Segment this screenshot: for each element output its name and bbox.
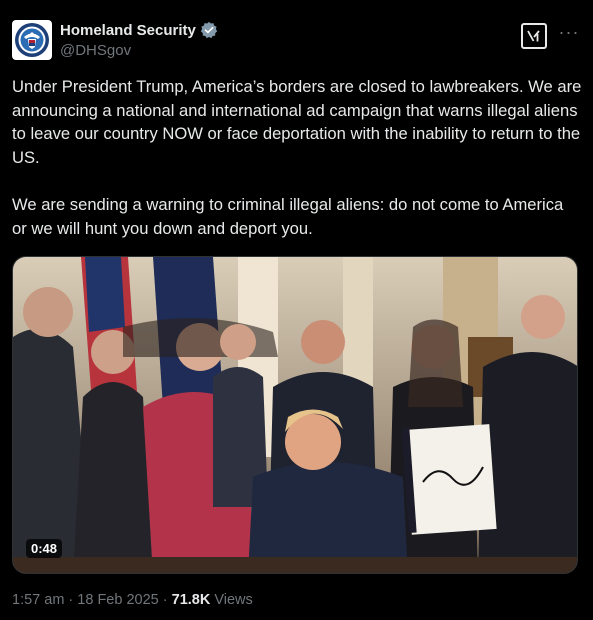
avatar[interactable] (12, 20, 52, 60)
video-duration-badge: 0:48 (26, 539, 63, 558)
author-display-name[interactable]: Homeland Security (60, 22, 196, 39)
tweet-text: Under President Trump, America’s borders… (12, 75, 582, 240)
author-name-row: Homeland Security (60, 21, 218, 39)
verified-badge-icon[interactable] (200, 21, 218, 39)
dhs-seal-icon (15, 23, 49, 57)
author-handle[interactable]: @DHSgov (60, 42, 131, 59)
grok-icon (527, 30, 540, 42)
views-label: Views (210, 592, 253, 608)
post-date[interactable]: 18 Feb 2025 (77, 592, 158, 608)
more-options-button[interactable]: ··· (558, 23, 580, 45)
video-thumbnail (13, 257, 577, 573)
meta-separator: · (158, 592, 172, 608)
tweet-card: Homeland Security @DHSgov ··· Under Pres… (0, 0, 593, 620)
views-count[interactable]: 71.8K (172, 592, 211, 608)
tweet-paragraph: Under President Trump, America’s borders… (12, 77, 582, 167)
tweet-paragraph: We are sending a warning to criminal ill… (12, 194, 564, 238)
video-player[interactable] (12, 256, 578, 574)
grok-button[interactable] (521, 23, 547, 49)
tweet-meta: 1:57 am · 18 Feb 2025 · 71.8K Views (12, 592, 253, 608)
meta-separator: · (64, 592, 78, 608)
post-time[interactable]: 1:57 am (12, 592, 64, 608)
